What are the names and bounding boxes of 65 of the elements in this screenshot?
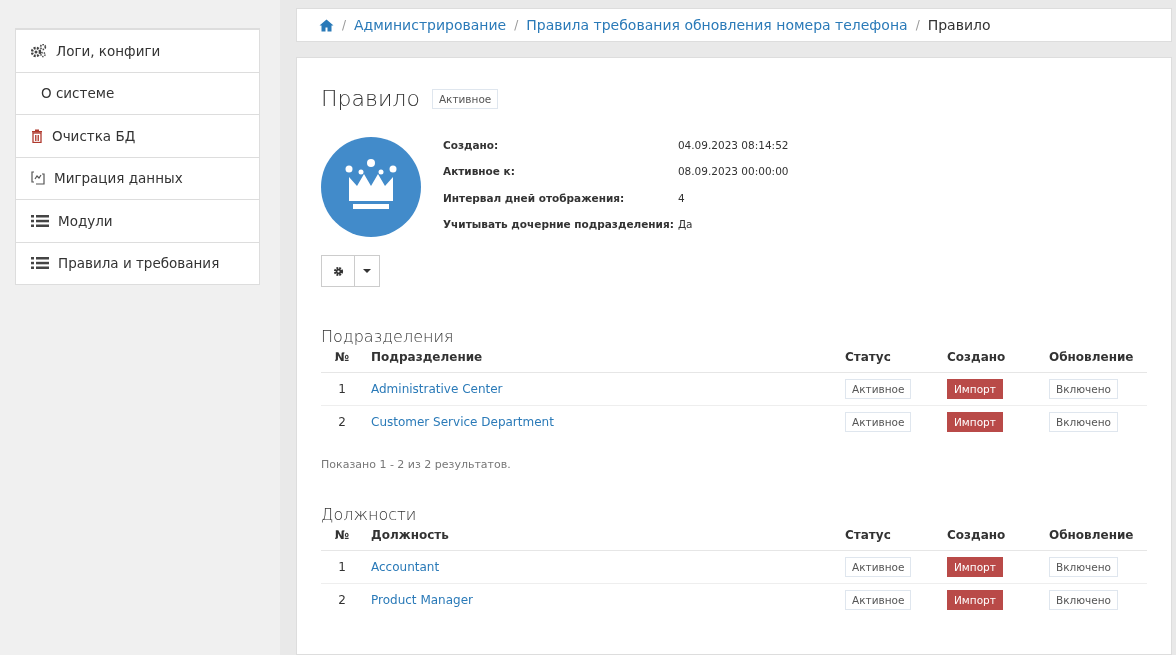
detail-value: 08.09.2023 00:00:00 xyxy=(677,164,790,180)
settings-icon xyxy=(332,265,344,277)
column-header: Должность xyxy=(363,528,837,551)
item-link[interactable]: Customer Service Department xyxy=(371,415,554,429)
column-header: Обновление xyxy=(1041,528,1147,551)
column-header: Создано xyxy=(939,350,1041,373)
column-header: № xyxy=(321,350,363,373)
status-badge: Активное xyxy=(845,557,912,577)
column-header: Обновление xyxy=(1041,350,1147,373)
import-badge: Импорт xyxy=(947,412,1003,432)
sidebar-item[interactable]: О системе xyxy=(16,71,259,114)
update-badge: Включено xyxy=(1049,590,1119,610)
status-badge: Активное xyxy=(845,379,912,399)
sidebar-item[interactable]: Правила и требования xyxy=(16,241,259,284)
detail-value: Да xyxy=(677,216,694,232)
row-number: 1 xyxy=(321,372,363,406)
column-header: Статус xyxy=(837,528,939,551)
results-summary: Показано 1 - 2 из 2 результатов. xyxy=(321,458,512,471)
row-number: 2 xyxy=(321,405,363,438)
item-link[interactable]: Product Manager xyxy=(371,593,473,607)
list-icon xyxy=(31,256,49,271)
column-header: Подразделение xyxy=(363,350,837,373)
crown-avatar-icon xyxy=(321,137,421,237)
import-badge: Импорт xyxy=(947,379,1003,399)
gears-icon xyxy=(31,43,47,58)
breadcrumb-separator: / xyxy=(342,18,347,32)
column-header: № xyxy=(321,528,363,551)
sidebar-item[interactable]: Очистка БД xyxy=(16,114,259,157)
item-link[interactable]: Accountant xyxy=(371,560,440,574)
caret-icon xyxy=(363,269,371,273)
sidebar-item[interactable]: Миграция данных xyxy=(16,156,259,199)
detail-label: Интервал дней отображения: xyxy=(443,190,626,206)
update-badge: Включено xyxy=(1049,379,1119,399)
row-number: 1 xyxy=(321,550,363,584)
breadcrumb-link[interactable]: Правила требования обновления номера телефона xyxy=(526,17,908,33)
sidebar-item[interactable]: Модули xyxy=(16,199,259,242)
column-header: Статус xyxy=(837,350,939,373)
settings-dropdown-button[interactable] xyxy=(321,255,380,287)
import-badge: Импорт xyxy=(947,557,1003,577)
sidebar-item[interactable]: Логи, конфиги xyxy=(16,29,259,72)
update-badge: Включено xyxy=(1049,412,1119,432)
detail-label: Создано: xyxy=(443,138,500,153)
breadcrumb-current: Правило xyxy=(927,17,991,33)
detail-value: 04.09.2023 08:14:52 xyxy=(677,138,790,153)
home-icon[interactable] xyxy=(319,18,334,32)
breadcrumb-separator: / xyxy=(514,18,519,32)
update-badge: Включено xyxy=(1049,557,1119,577)
breadcrumb-link[interactable]: Администрирование xyxy=(354,17,507,33)
page-title: Правило xyxy=(321,86,420,111)
section-title: Должности xyxy=(321,505,418,524)
row-number: 2 xyxy=(321,583,363,616)
breadcrumb-separator: / xyxy=(915,18,920,32)
import-badge: Импорт xyxy=(947,590,1003,610)
detail-label: Учитывать дочерние подразделения: xyxy=(443,216,674,232)
detail-label: Активное к: xyxy=(443,164,516,180)
status-badge: Активное xyxy=(845,412,912,432)
data-migration-icon xyxy=(31,171,45,186)
column-header: Создано xyxy=(939,528,1041,551)
trash-icon xyxy=(31,128,43,143)
item-link[interactable]: Administrative Center xyxy=(371,382,503,396)
status-badge: Активное xyxy=(431,88,499,109)
section-title: Подразделения xyxy=(321,327,455,346)
list-icon xyxy=(31,213,49,228)
detail-value: 4 xyxy=(677,190,686,206)
status-badge: Активное xyxy=(845,590,912,610)
